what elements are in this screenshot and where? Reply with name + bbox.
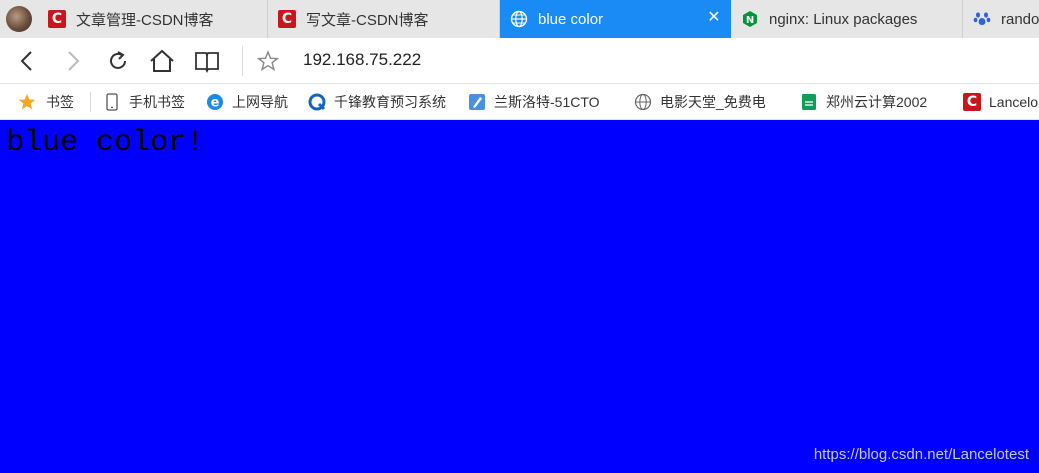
svg-text:e: e: [211, 96, 220, 111]
nginx-icon: N: [741, 10, 759, 28]
tab-title: 写文章-CSDN博客: [306, 11, 429, 29]
back-arrow-icon: [20, 51, 32, 71]
bookmark-label: 书签: [46, 94, 74, 110]
ie-icon: e: [206, 93, 224, 111]
tab-blue-color[interactable]: blue color ✕: [500, 0, 731, 38]
bookmark-item-movie[interactable]: 电影天堂_免费电: [634, 84, 784, 120]
tab-random[interactable]: rando: [963, 0, 1039, 38]
sheet-icon: [800, 93, 818, 111]
bookmark-label: 电影天堂_免费电: [660, 94, 766, 110]
svg-text:N: N: [746, 15, 754, 26]
bookmark-star-button[interactable]: [254, 47, 282, 75]
forward-button[interactable]: [58, 47, 86, 75]
book-icon: [195, 52, 219, 73]
bookmark-item-nav[interactable]: e 上网导航: [206, 84, 288, 120]
bookmarks-bar: 书签 手机书签 e 上网导航 千锋教育预习系统 兰斯洛特-51CTO 电影天堂_…: [0, 84, 1039, 120]
tab-write-article[interactable]: C 写文章-CSDN博客: [268, 0, 500, 38]
bookmark-item-qianfeng[interactable]: 千锋教育预习系统: [308, 84, 446, 120]
bookmark-item-cloud[interactable]: 郑州云计算2002: [800, 84, 950, 120]
tab-strip: C 文章管理-CSDN博客 C 写文章-CSDN博客 blue color ✕ …: [0, 0, 1039, 38]
baidu-paw-icon: [973, 10, 991, 28]
bookmark-item-bookmarks[interactable]: 书签: [18, 84, 74, 120]
bookmark-label: 千锋教育预习系统: [334, 94, 446, 110]
navigation-bar: 192.168.75.222: [0, 38, 1039, 84]
home-button[interactable]: [148, 47, 176, 75]
toolbar-divider: [242, 46, 243, 76]
pen-icon: [468, 93, 486, 111]
avatar-image: [6, 6, 32, 32]
star-outline-icon: [257, 50, 279, 71]
tab-title: blue color: [538, 10, 604, 28]
tab-title: 文章管理-CSDN博客: [76, 11, 214, 29]
bookmark-label: 郑州云计算2002: [826, 94, 928, 110]
home-icon: [150, 49, 174, 72]
bookmark-item-mobile[interactable]: 手机书签: [103, 84, 185, 120]
star-icon: [18, 93, 36, 111]
address-bar[interactable]: 192.168.75.222: [303, 50, 421, 70]
bookmark-label: 兰斯洛特-51CTO: [494, 94, 600, 110]
back-button[interactable]: [14, 47, 42, 75]
reload-button[interactable]: [104, 47, 132, 75]
bookmark-label: Lancelo: [989, 94, 1039, 110]
globe-icon: [634, 93, 652, 111]
bookmark-label: 上网导航: [232, 94, 288, 110]
watermark-text: https://blog.csdn.net/Lancelotest: [813, 446, 1029, 463]
bookmark-label: 手机书签: [129, 94, 185, 110]
user-avatar[interactable]: [0, 0, 38, 38]
bookmark-item-51cto[interactable]: 兰斯洛特-51CTO: [468, 84, 618, 120]
globe-icon: [510, 10, 528, 28]
tab-title: nginx: Linux packages: [769, 10, 918, 28]
tab-title: rando: [1001, 10, 1039, 28]
reload-icon: [110, 51, 126, 69]
phone-icon: [103, 93, 121, 111]
page-heading: blue color!: [6, 126, 205, 160]
forward-arrow-icon: [68, 51, 80, 71]
tab-article-management[interactable]: C 文章管理-CSDN博客: [38, 0, 268, 38]
qianfeng-icon: [308, 93, 326, 111]
bookmark-divider: [90, 92, 91, 112]
csdn-icon: C: [278, 10, 296, 28]
page-content: blue color! https://blog.csdn.net/Lancel…: [0, 120, 1039, 473]
tab-nginx[interactable]: N nginx: Linux packages: [731, 0, 963, 38]
reading-mode-button[interactable]: [193, 47, 221, 75]
bookmark-item-lancelo[interactable]: C Lancelo: [963, 84, 1039, 120]
csdn-icon: C: [48, 10, 66, 28]
csdn-icon: C: [963, 93, 981, 111]
close-icon[interactable]: ✕: [707, 10, 721, 26]
